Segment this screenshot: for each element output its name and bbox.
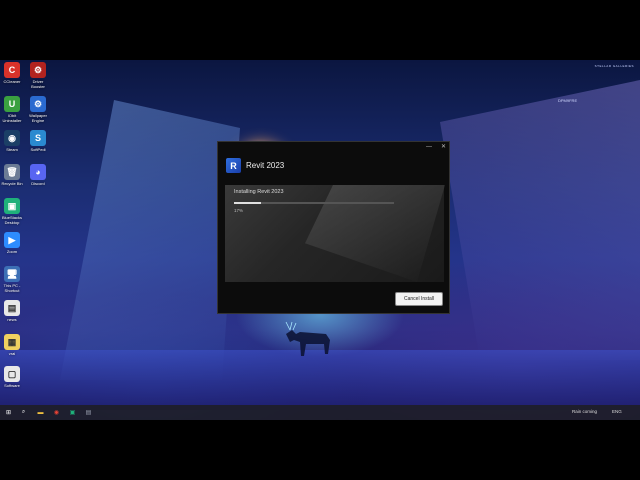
desktop-icon[interactable]: ⚙ Driver Booster [26,62,50,89]
wallpaper-deer [285,321,330,356]
desktop-icon[interactable]: ◉ Steam [0,130,24,152]
desktop-app-icon: ▶ [4,232,20,248]
weather-status[interactable]: Rain coming [572,409,597,414]
desktop-icon-label: Driver Booster [31,79,45,89]
panel-decoration [305,185,445,282]
desktop-icon[interactable]: ▤ news [0,300,24,322]
desktop-icon[interactable]: ▢ Software [0,366,24,388]
desktop-icon-label: IObit Uninstaller [2,113,22,123]
desktop-app-icon: ▣ [4,198,20,214]
desktop-icon-label: CCleaner [3,79,21,84]
dialog-titlebar[interactable]: — ✕ [218,142,449,152]
desktop-icon-label: SoftPedi [30,147,46,152]
desktop-app-icon: C [4,62,20,78]
desktop-app-icon: 🗑 [4,164,20,180]
desktop-icon-label: Wallpaper Engine [29,113,47,123]
start-button[interactable]: ⊞ [3,407,14,418]
progress-bar-fill [234,202,262,204]
cancel-install-button[interactable]: Cancel Install [395,292,443,306]
desktop-app-icon: ◉ [4,130,20,146]
taskbar: ⊞ ⌕ ▬ ◉ ▣ ▤ Rain coming ENG [0,405,640,420]
wallpaper-cliff-right [440,80,640,360]
desktop-icon-label: Software [4,383,20,388]
desktop-icon-label: BlueStacks Desktop [1,215,22,225]
dialog-header: R Revit 2023 [226,158,284,173]
taskbar-chrome-icon[interactable]: ◉ [51,407,62,418]
desktop-app-icon: ▢ [4,366,20,382]
taskbar-bluestacks-icon[interactable]: ▣ [67,407,78,418]
dialog-title: Revit 2023 [246,161,285,170]
desktop-icon[interactable]: S SoftPedi [26,130,50,152]
desktop-icon-label: news [7,317,17,322]
wallpaper-cliff-left [60,100,240,380]
desktop-watermark: DPM9FRE [558,98,578,103]
progress-percent: 17% [234,208,244,213]
desktop-icon-label: vrai [8,351,16,356]
desktop-app-icon: 🖥 [4,266,20,282]
desktop-icon-label: This PC - Shortcut [3,283,21,293]
installing-label: Installing Revit 2023 [234,189,284,195]
wallpaper-ground [0,350,640,410]
close-icon[interactable]: ✕ [441,143,446,151]
desktop-icon[interactable]: ⚙ Wallpaper Engine [26,96,50,123]
minimize-icon[interactable]: — [426,143,432,151]
desktop-icon[interactable]: 🗑 Recycle Bin [0,164,24,186]
desktop-icon-label: Steam [6,147,18,152]
desktop-icon-label: Discord [31,181,45,186]
desktop-icon[interactable]: ▦ vrai [0,334,24,356]
desktop-icon[interactable]: U IObit Uninstaller [0,96,24,123]
taskbar-file-explorer-icon[interactable]: ▬ [35,407,46,418]
wallpaper-brand-text: STELLAR GALLERIES [594,64,634,68]
desktop-icon[interactable]: 🖥 This PC - Shortcut [0,266,24,293]
desktop-app-icon: ⚙ [30,96,46,112]
desktop-icon[interactable]: ▣ BlueStacks Desktop [0,198,24,225]
revit-logo-icon: R [226,158,241,173]
desktop-icon[interactable]: ◕ Discord [26,164,50,186]
desktop-icon[interactable]: C CCleaner [0,62,24,84]
desktop-app-icon: ⚙ [30,62,46,78]
desktop-icon-label: Recycle Bin [1,181,23,186]
taskbar-installer-icon[interactable]: ▤ [83,407,94,418]
desktop-app-icon: S [30,130,46,146]
search-icon[interactable]: ⌕ [18,407,29,418]
desktop-icon[interactable]: ▶ Zoom [0,232,24,254]
desktop-app-icon: U [4,96,20,112]
desktop-app-icon: ◕ [30,164,46,180]
language-indicator[interactable]: ENG [612,409,622,414]
desktop-app-icon: ▤ [4,300,20,316]
desktop-icon-label: Zoom [6,249,18,254]
desktop-app-icon: ▦ [4,334,20,350]
progress-bar [234,202,394,204]
installer-dialog: — ✕ R Revit 2023 Installing Revit 2023 1… [217,141,450,314]
progress-panel: Installing Revit 2023 17% [225,185,445,282]
